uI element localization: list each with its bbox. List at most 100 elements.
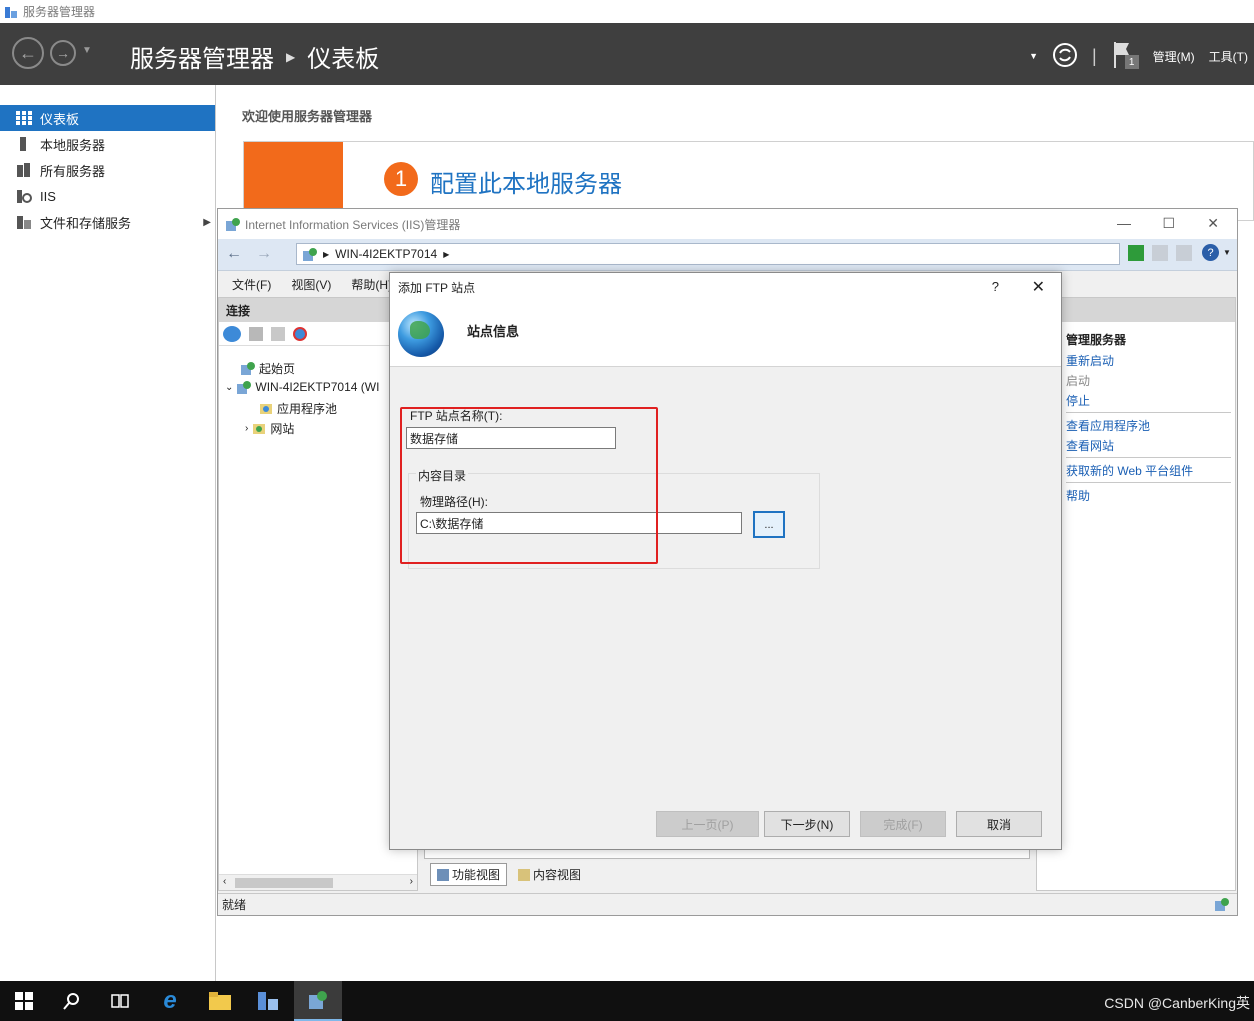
address-box[interactable]: ▶ WIN-4I2EKTP7014 ▶	[296, 243, 1120, 265]
sidebar-item-file-storage[interactable]: 文件和存储服务 ▶	[0, 209, 215, 235]
chevron-right-icon[interactable]: ▶	[203, 217, 211, 228]
minimize-icon[interactable]: —	[1117, 215, 1131, 231]
dialog-title: 添加 FTP 站点	[398, 280, 476, 295]
scroll-right-icon[interactable]: ›	[410, 876, 413, 887]
view-tabs: 功能视图 内容视图	[430, 863, 588, 886]
taskbar: e CSDN @CanberKing英	[0, 981, 1254, 1021]
header-actions: ▼ | 1 管理(M) 工具(T)	[1029, 41, 1248, 71]
connect-globe-icon[interactable]	[223, 325, 241, 342]
dialog-close-icon[interactable]: ✕	[1032, 277, 1045, 297]
arrow-right-icon: →	[56, 45, 70, 61]
help-dropdown-icon[interactable]: ▼	[1223, 248, 1231, 257]
dropdown-icon[interactable]: ▼	[1029, 51, 1038, 61]
task-view-icon	[111, 994, 129, 1008]
internet-explorer-icon: e	[163, 987, 177, 1014]
go-icon[interactable]	[1128, 245, 1144, 261]
dialog-help-button[interactable]: ?	[992, 279, 999, 294]
path-separator-icon: ▶	[323, 249, 330, 259]
next-button[interactable]: 下一步(N)	[764, 811, 850, 837]
refresh-icon[interactable]	[1052, 42, 1078, 71]
action-help[interactable]: 帮助	[1037, 485, 1235, 505]
chevron-right-icon[interactable]: ›	[245, 423, 248, 434]
browse-button[interactable]: ...	[753, 511, 785, 538]
tree-item-sites[interactable]: › 网站	[245, 420, 294, 437]
maximize-icon[interactable]: ☐	[1162, 215, 1175, 232]
header-divider: |	[1091, 45, 1097, 66]
tab-features-view[interactable]: 功能视图	[430, 863, 508, 886]
tree-label: 应用程序池	[277, 402, 338, 416]
action-view-app-pools[interactable]: 查看应用程序池	[1037, 415, 1235, 435]
globe-icon	[398, 311, 444, 357]
iis-window-title: Internet Information Services (IIS)管理器	[245, 217, 461, 232]
tree-item-server[interactable]: ⌄ WIN-4I2EKTP7014 (WI	[225, 380, 379, 394]
divider	[1066, 412, 1231, 413]
back-arrow-icon[interactable]: ←	[226, 245, 242, 263]
close-icon[interactable]: ✕	[1207, 215, 1219, 232]
arrow-left-icon: ←	[19, 42, 37, 63]
tree-label: 网站	[270, 422, 295, 436]
save-icon[interactable]	[249, 326, 263, 341]
tab-content-view[interactable]: 内容视图	[511, 863, 588, 886]
iis-manager-taskbar-button[interactable]	[294, 981, 342, 1021]
help-icon[interactable]: ?	[1202, 244, 1219, 261]
sites-folder-icon	[252, 422, 266, 435]
tree-item-app-pools[interactable]: 应用程序池	[259, 400, 337, 417]
notifications-flag-icon[interactable]: 1	[1111, 41, 1139, 71]
add-ftp-site-dialog: 添加 FTP 站点 ? ✕ 站点信息 FTP 站点名称(T): 数据存储 内容目…	[389, 272, 1062, 850]
sidebar-item-all-servers[interactable]: 所有服务器	[0, 157, 215, 183]
disconnect-icon[interactable]	[293, 326, 307, 341]
stop-icon[interactable]	[1152, 245, 1168, 261]
windows-logo-icon	[15, 992, 33, 1010]
sidebar-item-local-server[interactable]: 本地服务器	[0, 131, 215, 157]
actions-panel: F 管理服务器 重新启动 启动 停止 查看应用程序池 查看网站 获取新的 Web…	[1036, 297, 1236, 891]
action-view-sites[interactable]: 查看网站	[1037, 435, 1235, 455]
features-view-icon	[437, 868, 449, 881]
menu-help[interactable]: 帮助(H)	[351, 276, 392, 293]
search-button[interactable]	[48, 981, 96, 1021]
menu-manage[interactable]: 管理(M)	[1153, 48, 1195, 65]
menu-view[interactable]: 视图(V)	[291, 276, 331, 293]
start-button[interactable]	[0, 981, 48, 1021]
server-manager-header: ← → ▼ 服务器管理器 ▶ 仪表板 ▼ | 1 管理(M) 工具(T)	[0, 23, 1254, 85]
search-icon	[63, 993, 79, 1010]
path-separator-icon[interactable]: ▶	[443, 250, 449, 259]
sidebar-item-label: IIS	[40, 188, 56, 204]
tree-item-start-page[interactable]: 起始页	[241, 360, 295, 377]
up-folder-icon[interactable]	[271, 326, 285, 341]
action-get-web-components[interactable]: 获取新的 Web 平台组件	[1037, 460, 1235, 480]
sidebar-item-label: 仪表板	[40, 111, 80, 127]
folder-icon	[209, 992, 231, 1010]
horizontal-scrollbar[interactable]: ‹ ›	[219, 874, 417, 890]
back-button[interactable]: ←	[12, 37, 44, 69]
menu-file[interactable]: 文件(F)	[232, 276, 271, 293]
forward-button[interactable]: →	[50, 40, 76, 66]
chevron-down-icon[interactable]: ⌄	[225, 382, 233, 393]
server-icon	[16, 137, 32, 151]
sidebar-item-dashboard[interactable]: 仪表板	[0, 105, 215, 131]
status-bar: 就绪	[218, 893, 1237, 915]
file-explorer-taskbar-button[interactable]	[196, 981, 244, 1021]
breadcrumb-app[interactable]: 服务器管理器	[130, 39, 274, 74]
server-manager-taskbar-button[interactable]	[244, 981, 292, 1021]
welcome-heading: 欢迎使用服务器管理器	[242, 109, 373, 124]
task-view-button[interactable]	[96, 981, 144, 1021]
history-dropdown-icon[interactable]: ▼	[82, 45, 92, 56]
scroll-left-icon[interactable]: ‹	[223, 876, 226, 887]
menu-tools[interactable]: 工具(T)	[1209, 48, 1248, 65]
sidebar-item-iis[interactable]: IIS	[0, 183, 215, 209]
breadcrumb-page: 仪表板	[307, 46, 380, 73]
sidebar-item-label: 本地服务器	[40, 137, 106, 153]
cancel-button[interactable]: 取消	[956, 811, 1042, 837]
action-stop[interactable]: 停止	[1037, 390, 1235, 410]
scrollbar-thumb[interactable]	[235, 878, 333, 888]
connections-header: 连接	[219, 298, 417, 322]
server-manager-icon	[258, 992, 278, 1010]
highlight-annotation	[400, 407, 658, 564]
action-restart[interactable]: 重新启动	[1037, 350, 1235, 370]
forward-arrow-icon[interactable]: →	[256, 245, 272, 263]
iis-app-icon	[226, 217, 240, 231]
home-icon[interactable]	[1176, 245, 1192, 261]
ie-taskbar-button[interactable]: e	[146, 981, 194, 1021]
configure-local-server-link[interactable]: 配置此本地服务器	[430, 164, 622, 199]
address-server[interactable]: WIN-4I2EKTP7014	[335, 247, 437, 261]
